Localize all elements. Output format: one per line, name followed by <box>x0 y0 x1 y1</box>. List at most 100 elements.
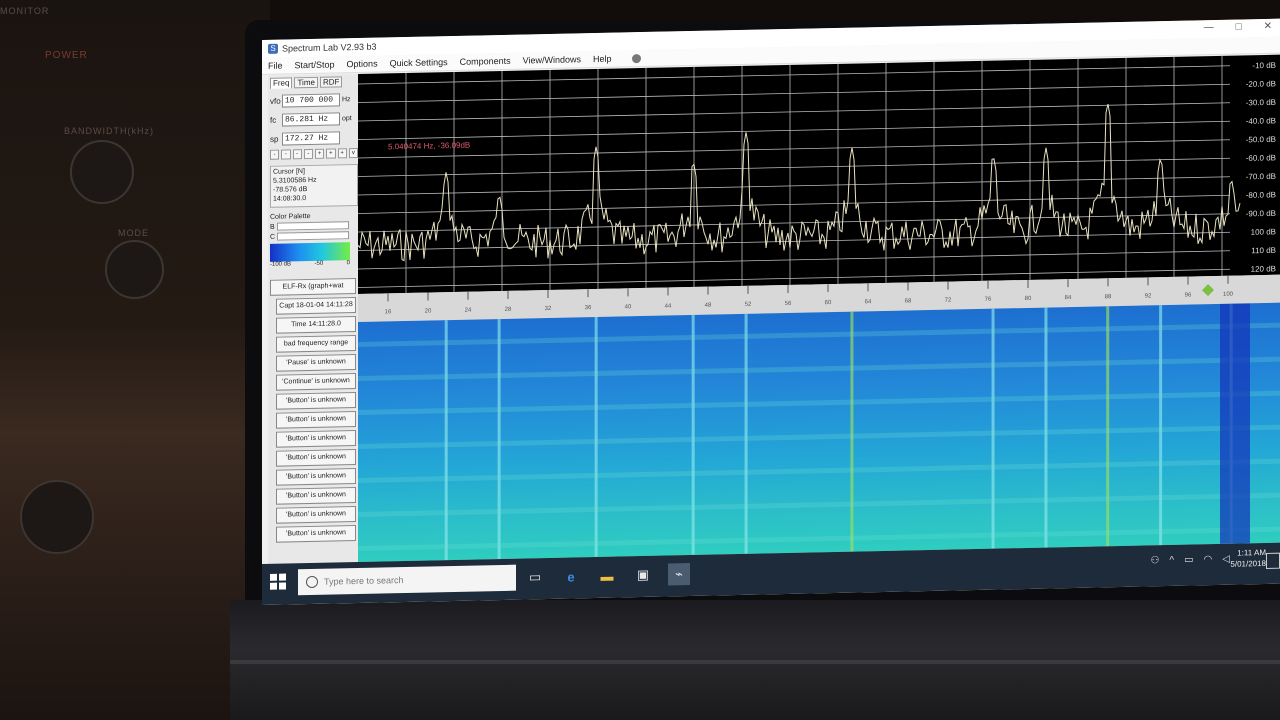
cursor-readout: 5.040474 Hz, -36.09dB <box>388 141 470 152</box>
step-button[interactable]: - <box>270 149 280 160</box>
spectrum-lab-taskbar-icon[interactable]: ⌁ <box>668 563 690 586</box>
color-palette-gradient[interactable] <box>270 242 350 262</box>
radio-knob <box>20 480 94 554</box>
ruler-tick-label: 44 <box>665 303 672 309</box>
capture-button[interactable]: Capt 18-01-04 14:11:28 <box>276 297 356 315</box>
menu-file[interactable]: File <box>268 61 283 71</box>
waterfall-display[interactable] <box>358 302 1280 562</box>
windows-start-icon[interactable] <box>270 573 286 590</box>
ruler-tick-label: 24 <box>465 308 472 314</box>
tab-freq[interactable]: Freq <box>270 77 293 89</box>
tab-rdf[interactable]: RDF <box>319 76 343 88</box>
ruler-tick-label: 76 <box>985 297 992 303</box>
db-axis-label: -70.0 dB <box>1246 172 1276 182</box>
notifications-icon[interactable] <box>1266 552 1280 569</box>
laptop-screen: S Spectrum Lab V2.93 b3 — □ ✕ File Start… <box>262 18 1280 605</box>
grid-hline <box>358 83 1230 103</box>
grid-hline <box>358 194 1230 214</box>
step-button[interactable]: + <box>315 148 325 159</box>
brightness-slider[interactable] <box>276 221 349 231</box>
frequency-range-button[interactable]: bad frequency range <box>276 335 356 353</box>
menu-components[interactable]: Components <box>460 56 511 67</box>
time-button[interactable]: Time 14:11:28.0 <box>276 316 356 334</box>
edge-icon[interactable]: e <box>560 565 582 587</box>
people-icon[interactable]: ⚇ <box>1150 555 1159 566</box>
frequency-stepper: - - - - + + + v <box>270 147 358 160</box>
marker-icon[interactable] <box>1202 284 1214 297</box>
step-button[interactable]: v <box>348 147 358 159</box>
laptop-base <box>230 600 1280 720</box>
battery-icon[interactable]: ▭ <box>1184 554 1193 565</box>
spectrum-trace <box>357 103 1241 262</box>
waterfall-band <box>358 458 1280 483</box>
spectrum-plot: -10 dB -20.0 dB -30.0 dB -40.0 dB -50.0 dB -6… <box>357 55 1276 293</box>
pause-button[interactable]: 'Pause' is unknown <box>276 354 356 372</box>
ruler-tick-label: 28 <box>505 307 512 313</box>
ruler-tick-label: 80 <box>1025 296 1032 302</box>
fc-opt-button[interactable]: opt <box>342 115 352 122</box>
task-view-icon[interactable]: ▭ <box>524 566 546 588</box>
menu-options[interactable]: Options <box>347 59 378 70</box>
waterfall-line <box>850 311 854 552</box>
waterfall-line <box>744 313 748 554</box>
unknown-button[interactable]: 'Button' is unknown <box>276 430 356 448</box>
continue-button[interactable]: 'Continue' is unknown <box>276 373 356 391</box>
ruler-tick-label: 96 <box>1185 293 1192 299</box>
db-axis-label: -90.0 dB <box>1246 209 1276 219</box>
waterfall-edge <box>1220 303 1250 544</box>
step-button[interactable]: + <box>326 148 336 159</box>
file-explorer-icon[interactable]: ▬ <box>596 565 618 587</box>
waterfall-line <box>1106 306 1110 547</box>
tab-time[interactable]: Time <box>294 76 318 89</box>
waterfall-line <box>444 320 448 561</box>
sp-input[interactable]: 172.27 Hz <box>282 131 340 146</box>
close-button[interactable]: ✕ <box>1264 21 1272 32</box>
unknown-button[interactable]: 'Button' is unknown <box>276 468 356 486</box>
grid-hline <box>358 250 1230 270</box>
minimize-button[interactable]: — <box>1204 22 1214 33</box>
taskbar-search[interactable]: Type here to search <box>298 564 516 596</box>
unknown-button[interactable]: 'Button' is unknown <box>276 449 356 467</box>
store-icon[interactable]: ▣ <box>632 564 654 586</box>
cursor-info: Cursor [N] 5.3100586 Hz -78.576 dB 14:08… <box>270 163 358 208</box>
unknown-button[interactable]: 'Button' is unknown <box>276 506 356 524</box>
elf-rx-button[interactable]: ELF-Rx (graph+wat <box>270 278 356 296</box>
contrast-slider[interactable] <box>277 231 350 241</box>
unknown-button[interactable]: 'Button' is unknown <box>276 525 356 543</box>
menu-view-windows[interactable]: View/Windows <box>523 54 581 65</box>
menu-start-stop[interactable]: Start/Stop <box>295 59 335 70</box>
step-button[interactable]: - <box>303 148 313 160</box>
ruler-tick-label: 68 <box>905 298 912 304</box>
maximize-button[interactable]: □ <box>1236 21 1242 32</box>
tray-chevron-icon[interactable]: ^ <box>1169 555 1174 566</box>
ruler-tick-label: 48 <box>705 303 712 309</box>
db-axis-label: -50.0 dB <box>1246 135 1276 145</box>
fc-input[interactable]: 86.281 Hz <box>282 112 340 127</box>
grid-hline <box>358 157 1230 177</box>
mode-label: MODE <box>118 228 149 238</box>
step-button[interactable]: + <box>337 148 347 159</box>
unknown-button[interactable]: 'Button' is unknown <box>276 392 356 410</box>
menu-quick-settings[interactable]: Quick Settings <box>390 57 448 68</box>
bandwidth-knob <box>70 140 134 204</box>
taskbar-clock[interactable]: 1:11 AM 5/01/2018 <box>1230 547 1266 570</box>
grid-hline <box>358 102 1230 122</box>
unknown-button[interactable]: 'Button' is unknown <box>276 411 356 429</box>
waterfall-line <box>991 308 995 549</box>
spectrum-lab-icon: S <box>268 43 278 54</box>
volume-icon[interactable]: ◁ <box>1222 554 1230 565</box>
button-list: ELF-Rx (graph+wat Capt 18-01-04 14:11:28… <box>268 278 358 543</box>
palette-scale-max: 0 <box>346 260 350 267</box>
network-icon[interactable]: ◠ <box>1204 554 1213 565</box>
step-button[interactable]: - <box>281 149 291 160</box>
db-axis-label: -20.0 dB <box>1246 79 1276 89</box>
record-indicator-icon[interactable] <box>631 53 641 63</box>
vfo-input[interactable]: 10 700 000 <box>282 93 340 108</box>
menu-help[interactable]: Help <box>593 54 612 64</box>
vfo-label: vfo <box>270 96 281 106</box>
step-button[interactable]: - <box>292 149 302 160</box>
control-panel: Freq Time RDF vfo 10 700 000 Hz fc 86.28… <box>268 73 358 596</box>
unknown-button[interactable]: 'Button' is unknown <box>276 487 356 505</box>
waterfall-lines <box>358 303 1280 561</box>
spectrum-graph[interactable]: -10 dB -20.0 dB -30.0 dB -40.0 dB -50.0 dB -6… <box>357 54 1280 294</box>
